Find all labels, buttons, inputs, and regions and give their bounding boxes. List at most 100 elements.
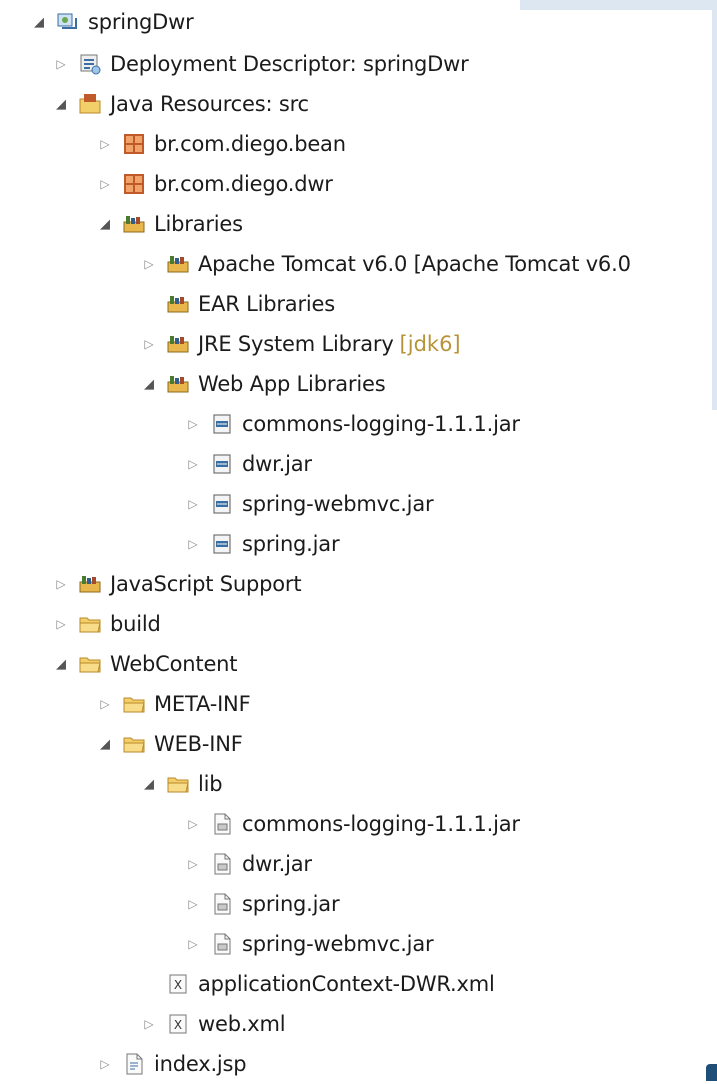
tree-node-package[interactable]: ▷ br.com.diego.dwr <box>96 164 333 204</box>
svg-text:X: X <box>174 1018 182 1032</box>
expand-arrow-icon[interactable]: ▷ <box>184 895 202 913</box>
tree-node-label: Java Resources: src <box>110 92 309 116</box>
library-icon <box>166 332 190 356</box>
tree-node-jar-file[interactable]: ▷ dwr.jar <box>184 844 312 884</box>
tree-node-jar-file[interactable]: ▷ commons-logging-1.1.1.jar <box>184 804 520 844</box>
no-arrow-spacer <box>140 295 158 313</box>
tree-node-label: spring.jar <box>242 532 340 556</box>
expand-arrow-icon[interactable]: ▷ <box>140 1015 158 1033</box>
expand-arrow-icon[interactable]: ▷ <box>184 935 202 953</box>
collapse-arrow-icon[interactable]: ◢ <box>96 735 114 753</box>
tree-node-label: commons-logging-1.1.1.jar <box>242 812 520 836</box>
expand-arrow-icon[interactable]: ▷ <box>52 55 70 73</box>
tree-node-deployment-descriptor[interactable]: ▷ Deployment Descriptor: springDwr <box>52 44 469 84</box>
tree-node-meta-inf[interactable]: ▷ META-INF <box>96 684 250 724</box>
expand-arrow-icon[interactable]: ▷ <box>184 535 202 553</box>
tree-node-label: applicationContext-DWR.xml <box>198 972 495 996</box>
tree-node-library[interactable]: EAR Libraries <box>140 284 335 324</box>
tree-node-label: spring-webmvc.jar <box>242 492 434 516</box>
xml-file-icon: X <box>166 972 190 996</box>
tree-node-java-resources[interactable]: ◢ Java Resources: src <box>52 84 309 124</box>
tree-node-libraries[interactable]: ◢ Libraries <box>96 204 243 244</box>
tree-node-label: index.jsp <box>154 1052 247 1076</box>
folder-icon <box>78 612 102 636</box>
tree-node-jar[interactable]: ▷ spring.jar <box>184 524 339 564</box>
library-icon <box>78 572 102 596</box>
tree-node-webcontent[interactable]: ◢ WebContent <box>52 644 238 684</box>
tree-node-label: JRE System Library <box>198 332 394 356</box>
tree-node-label: dwr.jar <box>242 852 312 876</box>
window-frame-corner <box>706 1064 717 1081</box>
tree-node-build[interactable]: ▷ build <box>52 604 161 644</box>
expand-arrow-icon[interactable]: ▷ <box>140 335 158 353</box>
package-icon <box>122 172 146 196</box>
tree-node-web-inf[interactable]: ◢ WEB-INF <box>96 724 243 764</box>
tree-node-jsp-file[interactable]: ▷ index.jsp <box>96 1044 246 1084</box>
tree-node-jar-file[interactable]: ▷ spring-webmvc.jar <box>184 924 433 964</box>
expand-arrow-icon[interactable]: ▷ <box>96 175 114 193</box>
collapse-arrow-icon[interactable]: ◢ <box>140 775 158 793</box>
collapse-arrow-icon[interactable]: ◢ <box>140 375 158 393</box>
tree-node-label: commons-logging-1.1.1.jar <box>242 412 520 436</box>
expand-arrow-icon[interactable]: ▷ <box>184 855 202 873</box>
tree-node-xml-file[interactable]: X applicationContext-DWR.xml <box>140 964 495 1004</box>
expand-arrow-icon[interactable]: ▷ <box>96 1055 114 1073</box>
collapse-arrow-icon[interactable]: ◢ <box>96 215 114 233</box>
tree-node-label: Web App Libraries <box>198 372 386 396</box>
deployment-descriptor-icon <box>78 52 102 76</box>
expand-arrow-icon[interactable]: ▷ <box>52 575 70 593</box>
tree-node-label: Apache Tomcat v6.0 [Apache Tomcat v6.0 <box>198 252 631 276</box>
tree-node-javascript-support[interactable]: ▷ JavaScript Support <box>52 564 301 604</box>
tree-node-label: Deployment Descriptor: springDwr <box>110 52 469 76</box>
expand-arrow-icon[interactable]: ▷ <box>96 135 114 153</box>
tree-node-jar-file[interactable]: ▷ spring.jar <box>184 884 339 924</box>
tree-node-library[interactable]: ▷ JRE System Library [jdk6] <box>140 324 461 364</box>
folder-icon <box>122 732 146 756</box>
tree-node-label: spring-webmvc.jar <box>242 932 434 956</box>
tree-node-label: META-INF <box>154 692 251 716</box>
tree-node-library[interactable]: ◢ Web App Libraries <box>140 364 386 404</box>
tree-node-project[interactable]: ◢ springDwr <box>30 2 194 42</box>
collapse-arrow-icon[interactable]: ◢ <box>52 655 70 673</box>
tree-node-label: web.xml <box>198 1012 286 1036</box>
tree-node-label: EAR Libraries <box>198 292 335 316</box>
jar-file-icon <box>210 932 234 956</box>
tree-node-jar[interactable]: ▷ spring-webmvc.jar <box>184 484 433 524</box>
xml-file-icon: X <box>166 1012 190 1036</box>
expand-arrow-icon[interactable]: ▷ <box>184 495 202 513</box>
tree-node-label: build <box>110 612 161 636</box>
collapse-arrow-icon[interactable]: ◢ <box>52 95 70 113</box>
tree-node-package[interactable]: ▷ br.com.diego.bean <box>96 124 346 164</box>
collapse-arrow-icon[interactable]: ◢ <box>30 13 48 31</box>
tree-node-label: lib <box>198 772 223 796</box>
library-decoration: [jdk6] <box>399 332 461 356</box>
expand-arrow-icon[interactable]: ▷ <box>52 615 70 633</box>
expand-arrow-icon[interactable]: ▷ <box>184 415 202 433</box>
tree-node-label: br.com.diego.dwr <box>154 172 333 196</box>
window-frame-right <box>712 10 717 410</box>
window-frame-top <box>520 0 717 10</box>
tree-node-label: WebContent <box>110 652 238 676</box>
jar-icon <box>210 452 234 476</box>
jar-icon <box>210 412 234 436</box>
tree-node-label: spring.jar <box>242 892 340 916</box>
tree-node-jar[interactable]: ▷ dwr.jar <box>184 444 312 484</box>
jar-file-icon <box>210 812 234 836</box>
expand-arrow-icon[interactable]: ▷ <box>96 695 114 713</box>
library-icon <box>166 372 190 396</box>
package-icon <box>122 132 146 156</box>
web-project-icon <box>56 10 80 34</box>
expand-arrow-icon[interactable]: ▷ <box>140 255 158 273</box>
tree-node-jar[interactable]: ▷ commons-logging-1.1.1.jar <box>184 404 520 444</box>
library-icon <box>122 212 146 236</box>
expand-arrow-icon[interactable]: ▷ <box>184 455 202 473</box>
expand-arrow-icon[interactable]: ▷ <box>184 815 202 833</box>
tree-node-lib[interactable]: ◢ lib <box>140 764 223 804</box>
tree-node-xml-file[interactable]: ▷ X web.xml <box>140 1004 285 1044</box>
tree-node-library[interactable]: ▷ Apache Tomcat v6.0 [Apache Tomcat v6.0 <box>140 244 631 284</box>
tree-node-label: dwr.jar <box>242 452 312 476</box>
folder-icon <box>122 692 146 716</box>
jar-icon <box>210 532 234 556</box>
jar-file-icon <box>210 892 234 916</box>
java-resources-icon <box>78 92 102 116</box>
